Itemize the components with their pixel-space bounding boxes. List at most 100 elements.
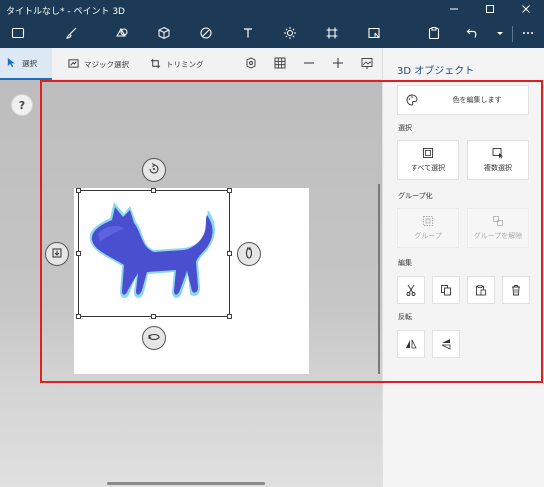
palette-icon [406, 94, 418, 106]
maximize-button[interactable] [472, 0, 508, 20]
menu-button[interactable] [8, 24, 28, 44]
grid-button[interactable] [272, 56, 288, 72]
2d-shapes-button[interactable] [112, 24, 132, 44]
flip-vertical-icon [440, 338, 452, 350]
group-icon [422, 215, 434, 227]
paste-button[interactable] [424, 24, 444, 44]
more-button[interactable] [518, 24, 538, 44]
brush-tool-button[interactable] [62, 24, 82, 44]
title-bar: タイトルなし* - ペイント 3D [0, 0, 544, 20]
rotate-z-handle[interactable] [142, 158, 166, 182]
grid-icon [274, 57, 286, 71]
undo-icon [465, 26, 479, 42]
resize-handle-bottom-left[interactable] [76, 314, 81, 319]
group-section-label: グループ化 [398, 192, 433, 200]
help-label: ? [18, 98, 26, 112]
select-all-label: すべて選択 [410, 164, 446, 172]
resize-handle-top-left[interactable] [76, 188, 81, 193]
ungroup-label: グループを解除 [473, 232, 523, 240]
image-options-icon [361, 57, 373, 71]
help-button[interactable]: ? [11, 94, 33, 116]
vertical-scrollbar[interactable] [378, 184, 380, 374]
3d-shapes-button[interactable] [154, 24, 174, 44]
canvas-button[interactable] [322, 24, 342, 44]
group-label: グループ [414, 232, 442, 240]
close-button[interactable] [508, 0, 544, 20]
history-dropdown-button[interactable] [492, 24, 508, 44]
zoom-in-icon [332, 57, 344, 71]
multi-select-label: 複数選択 [484, 164, 512, 172]
resize-handle-top[interactable] [151, 188, 156, 193]
stickers-button[interactable] [196, 24, 216, 44]
crop-label: トリミング [166, 59, 204, 69]
copy-button[interactable] [432, 276, 460, 304]
select-all-icon [422, 147, 434, 159]
minimize-button[interactable] [436, 0, 472, 20]
3d-view-button[interactable] [243, 56, 259, 72]
select-tool-label: 選択 [22, 58, 37, 68]
group-button[interactable]: グループ [397, 208, 459, 248]
resize-handle-top-right[interactable] [227, 188, 232, 193]
copy-icon [440, 284, 452, 296]
rotate-z-icon [147, 162, 161, 178]
cut-button[interactable] [397, 276, 425, 304]
3d-library-icon [367, 26, 381, 42]
paste-icon [427, 26, 441, 42]
delete-button[interactable] [502, 276, 530, 304]
toolbar-divider [512, 26, 513, 42]
select-section-label: 選択 [398, 124, 412, 132]
magic-select-button[interactable]: マジック選択 [62, 48, 135, 80]
resize-handle-bottom[interactable] [151, 314, 156, 319]
resize-handle-bottom-right[interactable] [227, 314, 232, 319]
canvas-icon [325, 26, 339, 42]
resize-handle-left[interactable] [76, 251, 81, 256]
ungroup-button[interactable]: グループを解除 [467, 208, 529, 248]
zoom-out-button[interactable] [301, 56, 317, 72]
image-options-button[interactable] [359, 56, 375, 72]
undo-button[interactable] [462, 24, 482, 44]
menu-icon [11, 26, 25, 42]
selection-box[interactable] [78, 190, 230, 317]
resize-handle-right[interactable] [227, 251, 232, 256]
history-dropdown-icon [493, 26, 507, 42]
edit-section-label: 編集 [398, 259, 412, 267]
crop-icon [150, 58, 161, 71]
stickers-icon [199, 26, 213, 42]
horizontal-scrollbar[interactable] [107, 482, 265, 485]
minimize-icon [449, 4, 459, 17]
select-tool-button[interactable]: 選択 [0, 48, 52, 80]
rotate-x-icon [242, 246, 256, 262]
rotate-y-icon [147, 330, 161, 346]
rotate-x-handle[interactable] [237, 242, 261, 266]
2d-shapes-icon [115, 26, 129, 42]
crop-button[interactable]: トリミング [144, 48, 210, 80]
sub-toolbar: 選択 マジック選択 トリミング [0, 48, 382, 80]
3d-view-icon [245, 57, 257, 71]
depth-handle[interactable] [45, 242, 69, 266]
select-all-button[interactable]: すべて選択 [397, 140, 459, 180]
rotate-y-handle[interactable] [142, 326, 166, 350]
trash-icon [510, 284, 522, 296]
edit-color-label: 色を編集します [452, 96, 502, 104]
3d-library-button[interactable] [364, 24, 384, 44]
flip-vertical-button[interactable] [432, 330, 460, 358]
multi-select-button[interactable]: 複数選択 [467, 140, 529, 180]
multi-select-icon [492, 147, 504, 159]
effects-button[interactable] [280, 24, 300, 44]
text-button[interactable] [238, 24, 258, 44]
zoom-in-button[interactable] [330, 56, 346, 72]
magic-select-icon [68, 58, 79, 71]
paste-button-panel[interactable] [467, 276, 495, 304]
panel-title: 3D オブジェクト [397, 66, 475, 77]
more-icon [521, 26, 535, 42]
zoom-out-icon [303, 57, 315, 71]
paste-icon [475, 284, 487, 296]
edit-color-button[interactable]: 色を編集します [397, 85, 529, 115]
maximize-icon [485, 4, 495, 17]
flip-section-label: 反転 [398, 313, 412, 321]
select-cursor-icon [6, 57, 17, 70]
magic-select-label: マジック選択 [84, 59, 129, 69]
flip-horizontal-button[interactable] [397, 330, 425, 358]
main-toolbar [0, 20, 544, 48]
text-icon [241, 26, 255, 42]
